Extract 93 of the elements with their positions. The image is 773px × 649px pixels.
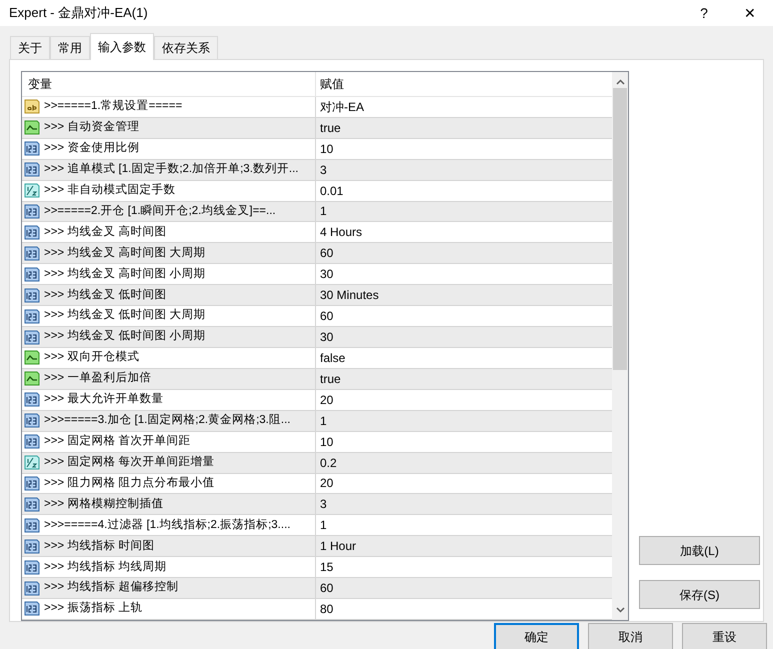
tab[interactable]: 输入参数 [90, 33, 154, 60]
parameter-value: 10 [320, 140, 334, 158]
parameter-value: 60 [320, 580, 334, 598]
integer-type-icon [24, 601, 40, 616]
tab[interactable]: 常用 [50, 36, 90, 59]
integer-type-icon [24, 518, 40, 533]
parameter-value: 3 [320, 162, 327, 179]
integer-type-icon [24, 413, 40, 428]
integer-type-icon [24, 162, 40, 178]
tab[interactable]: 关于 [10, 36, 50, 59]
bool-type-icon [24, 350, 40, 366]
scroll-up-icon[interactable] [616, 79, 624, 85]
parameter-name: >>> 阻力网格 阻力点分布最小值 [44, 476, 215, 491]
window-title: Expert - 金鼎对冲-EA(1) [9, 4, 149, 22]
tab[interactable]: 依存关系 [154, 36, 218, 59]
parameter-name: >>> 均线金叉 高时间图 大周期 [44, 245, 206, 261]
integer-type-icon [24, 224, 40, 240]
parameter-value: 30 [320, 329, 334, 346]
parameter-name: >>> 均线指标 均线周期 [44, 560, 167, 575]
parameter-name: >>> 均线指标 超偏移控制 [44, 580, 179, 596]
parameter-name: >>> 均线金叉 低时间图 大周期 [44, 308, 206, 324]
parameter-value: true [320, 120, 341, 137]
parameter-name: >>> 振荡指标 上轨 [44, 600, 143, 616]
parameter-name: >>> 均线金叉 高时间图 小周期 [44, 266, 206, 282]
decimal-type-icon [24, 183, 40, 198]
parameter-name: >>> 均线指标 时间图 [44, 538, 155, 554]
integer-type-icon [24, 308, 40, 324]
parameter-value: 30 [320, 266, 334, 284]
parameter-value: 10 [320, 434, 334, 451]
bool-type-icon [24, 120, 40, 136]
parameter-value: 60 [320, 245, 334, 262]
integer-type-icon [24, 476, 40, 491]
parameter-value: 60 [320, 308, 334, 326]
dialog-button[interactable]: 取消 [588, 623, 673, 649]
parameter-value: 15 [320, 559, 334, 576]
dialog-button[interactable]: 确定 [494, 623, 579, 649]
integer-type-icon [24, 560, 40, 575]
string-type-icon [24, 99, 40, 114]
parameter-name: >>> 追单模式 [1.固定手数;2.加倍开单;3.数列开... [44, 161, 298, 177]
parameter-value: true [320, 370, 341, 388]
parameter-name: >>> 均线金叉 高时间图 [44, 224, 167, 240]
parameter-name: >>> 固定网格 首次开单间距 [44, 434, 191, 449]
integer-type-icon [24, 288, 40, 303]
integer-type-icon [24, 434, 40, 450]
parameter-name: >>> 最大允许开单数量 [44, 392, 164, 408]
parameter-value: 80 [320, 600, 334, 618]
parameter-value: 1 [320, 412, 327, 430]
column-header[interactable]: 变量 [22, 72, 316, 96]
parameter-name: >>> 固定网格 每次开单间距增量 [44, 454, 215, 470]
integer-type-icon [24, 141, 40, 156]
integer-type-icon [24, 204, 40, 219]
scroll-thumb[interactable] [613, 88, 627, 370]
parameter-value: 0.2 [320, 454, 337, 472]
parameter-value: false [320, 350, 346, 367]
close-button[interactable]: ✕ [727, 0, 773, 26]
parameter-name: >>> 网格模糊控制插值 [44, 496, 164, 512]
parameter-name: >>> 一单盈利后加倍 [44, 370, 152, 386]
parameter-value: 对冲-EA [320, 98, 364, 116]
scroll-down-icon[interactable] [616, 607, 624, 613]
side-button[interactable]: 加载(L) [639, 536, 760, 565]
parameter-value: 30 Minutes [320, 287, 379, 304]
parameter-value: 20 [320, 475, 334, 492]
decimal-type-icon [24, 455, 40, 470]
integer-type-icon [24, 266, 40, 282]
parameter-value: 1 [320, 203, 327, 220]
column-header[interactable]: 赋值 [316, 72, 612, 96]
parameter-value: 1 [320, 517, 327, 534]
parameter-name: >>>=====4.过滤器 [1.均线指标;2.振荡指标;3.... [44, 518, 290, 533]
bool-type-icon [24, 371, 40, 386]
parameter-value: 1 Hour [320, 538, 356, 556]
parameter-value: 20 [320, 392, 334, 409]
parameter-name: >>=====1.常规设置===== [44, 98, 182, 114]
integer-type-icon [24, 496, 40, 512]
parameter-value: 3 [320, 496, 327, 514]
parameter-name: >>> 非自动模式固定手数 [44, 182, 176, 198]
parameter-value: 4 Hours [320, 224, 362, 242]
parameter-name: >>> 均线金叉 低时间图 小周期 [44, 328, 206, 344]
scrollbar[interactable] [612, 72, 628, 620]
integer-type-icon [24, 330, 40, 344]
side-button[interactable]: 保存(S) [639, 580, 760, 609]
parameter-name: >>> 均线金叉 低时间图 [44, 288, 167, 303]
parameter-name: >>> 资金使用比例 [44, 140, 140, 156]
parameter-name: >>> 自动资金管理 [44, 120, 140, 136]
parameter-name: >>=====2.开仓 [1.瞬间开仓;2.均线金叉]==... [44, 204, 276, 219]
integer-type-icon [24, 392, 40, 408]
parameter-name: >>>=====3.加仓 [1.固定网格;2.黄金网格;3.阻... [44, 412, 290, 428]
parameter-name: >>> 双向开仓模式 [44, 350, 140, 366]
parameter-value: 0.01 [320, 182, 344, 200]
dialog-button[interactable]: 重设 [682, 623, 767, 649]
integer-type-icon [24, 246, 40, 261]
help-button[interactable]: ? [681, 0, 727, 26]
integer-type-icon [24, 580, 40, 596]
integer-type-icon [24, 538, 40, 554]
